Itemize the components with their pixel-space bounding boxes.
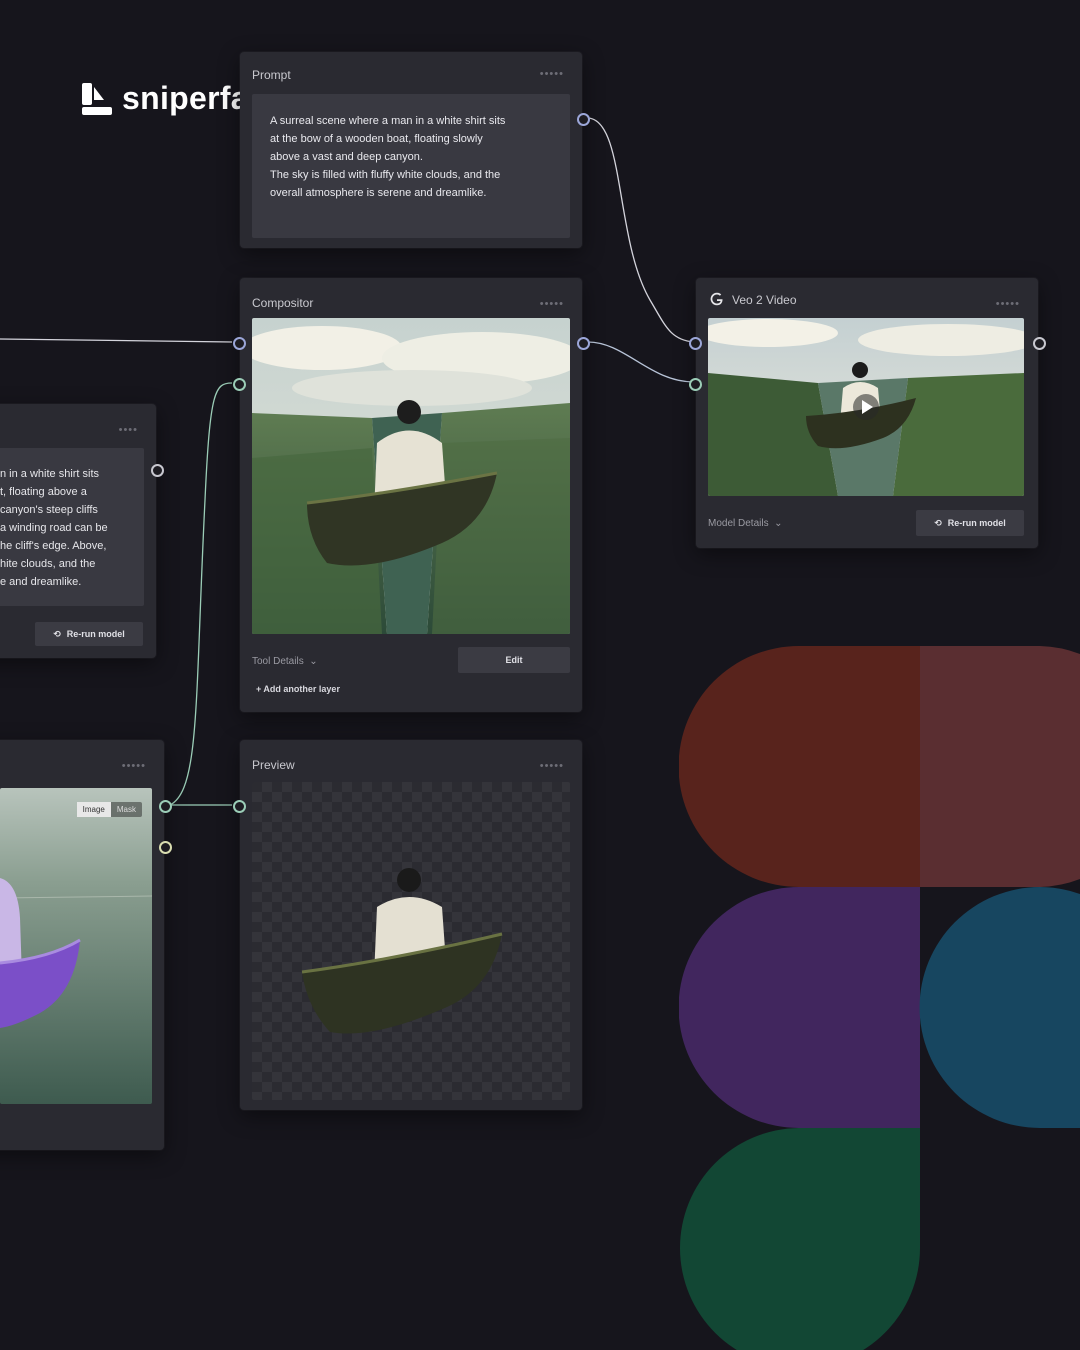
text-line: canyon's steep cliffs	[0, 504, 98, 516]
prompt-output-port[interactable]	[577, 113, 590, 126]
node-title: Veo 2 Video	[732, 293, 797, 307]
veo-input-port-2[interactable]	[689, 378, 702, 391]
refresh-icon: ⟲	[934, 517, 942, 528]
add-layer-link[interactable]: + Add another layer	[256, 684, 340, 694]
figma-logo-red-shape	[679, 646, 920, 887]
wire-left-to-compositor	[0, 338, 233, 343]
figma-logo-green-shape	[680, 1128, 920, 1350]
veo-input-port-1[interactable]	[689, 337, 702, 350]
text-line: a winding road can be	[0, 522, 108, 534]
left-image: Image Mask	[0, 788, 152, 1104]
node-menu-icon[interactable]: •••••	[540, 760, 564, 772]
tool-details-toggle[interactable]: Tool Details ⌄	[252, 656, 318, 667]
node-title: Prompt	[252, 68, 291, 82]
rerun-label: Re-run model	[66, 629, 125, 639]
model-details-toggle[interactable]: Model Details ⌄	[708, 518, 783, 529]
node-menu-icon[interactable]: •••••	[540, 68, 564, 80]
rerun-label: Re-run model	[947, 518, 1006, 528]
compositor-input-port-2[interactable]	[233, 378, 246, 391]
compositor-node[interactable]: Compositor ••••• Tool Details ⌄ Edit + A…	[240, 278, 582, 712]
preview-canvas	[252, 782, 570, 1100]
veo-output-port[interactable]	[1033, 337, 1046, 350]
figma-logo-rose-shape	[920, 646, 1080, 887]
veo-video-player[interactable]	[708, 318, 1024, 496]
figma-logo	[679, 646, 1080, 1350]
prompt-line: The sky is filled with fluffy white clou…	[270, 169, 501, 181]
edit-button[interactable]: Edit	[458, 647, 570, 673]
compositor-output-port[interactable]	[577, 337, 590, 350]
left-text: n in a white shirt sits t, floating abov…	[0, 465, 140, 591]
tab-image[interactable]: Image	[76, 802, 111, 817]
veo-video-node[interactable]: Veo 2 Video ••••• Model Details ⌄ ⟲ Re-r…	[696, 278, 1038, 548]
model-details-label: Model Details	[708, 518, 769, 529]
wire-image-to-compositor	[169, 382, 233, 806]
wire-prompt-to-veo	[587, 117, 695, 343]
node-menu-icon[interactable]: •••••	[122, 760, 146, 772]
brand-logo-icon	[82, 82, 112, 115]
prompt-line: above a vast and deep canyon.	[270, 151, 423, 163]
prompt-line: overall atmosphere is serene and dreamli…	[270, 187, 487, 199]
preview-node[interactable]: Preview •••••	[240, 740, 582, 1110]
left-textarea[interactable]: n in a white shirt sits t, floating abov…	[0, 448, 144, 606]
google-icon	[710, 292, 723, 306]
text-line: e and dreamlike.	[0, 576, 82, 588]
compositor-image	[252, 318, 570, 634]
preview-input-port[interactable]	[233, 800, 246, 813]
chevron-down-icon: ⌄	[771, 518, 783, 529]
left-image-output-port[interactable]	[159, 800, 172, 813]
node-menu-icon[interactable]: •••••	[996, 298, 1020, 310]
text-line: he cliff's edge. Above,	[0, 540, 107, 552]
node-title: Preview	[252, 758, 295, 772]
prompt-line: at the bow of a wooden boat, floating sl…	[270, 133, 483, 145]
left-image-output-port-2[interactable]	[159, 841, 172, 854]
prompt-node[interactable]: Prompt ••••• A surreal scene where a man…	[240, 52, 582, 248]
text-line: t, floating above a	[0, 486, 87, 498]
left-image-node[interactable]: ••••• Image Mask	[0, 740, 164, 1150]
node-menu-icon[interactable]: ••••	[119, 424, 138, 436]
chevron-down-icon: ⌄	[306, 656, 318, 667]
wire-compositor-to-veo	[587, 341, 695, 383]
tool-details-label: Tool Details	[252, 656, 304, 667]
prompt-text: A surreal scene where a man in a white s…	[270, 112, 550, 202]
rerun-model-button[interactable]: ⟲ Re-run model	[35, 622, 143, 646]
left-text-node[interactable]: •••• n in a white shirt sits t, floating…	[0, 404, 156, 658]
figma-logo-purple-shape	[679, 887, 920, 1128]
text-line: n in a white shirt sits	[0, 468, 100, 480]
refresh-icon: ⟲	[53, 628, 61, 639]
prompt-line: A surreal scene where a man in a white s…	[270, 115, 506, 127]
tab-mask[interactable]: Mask	[111, 802, 142, 817]
node-title: Compositor	[252, 296, 314, 310]
image-mask-tabs: Image Mask	[76, 802, 142, 817]
figma-logo-blue-shape	[919, 887, 1080, 1128]
left-text-output-port[interactable]	[151, 464, 164, 477]
text-line: hite clouds, and the	[0, 558, 96, 570]
node-menu-icon[interactable]: •••••	[540, 298, 564, 310]
prompt-textarea[interactable]: A surreal scene where a man in a white s…	[252, 94, 570, 238]
compositor-input-port-1[interactable]	[233, 337, 246, 350]
rerun-model-button[interactable]: ⟲ Re-run model	[916, 510, 1024, 536]
